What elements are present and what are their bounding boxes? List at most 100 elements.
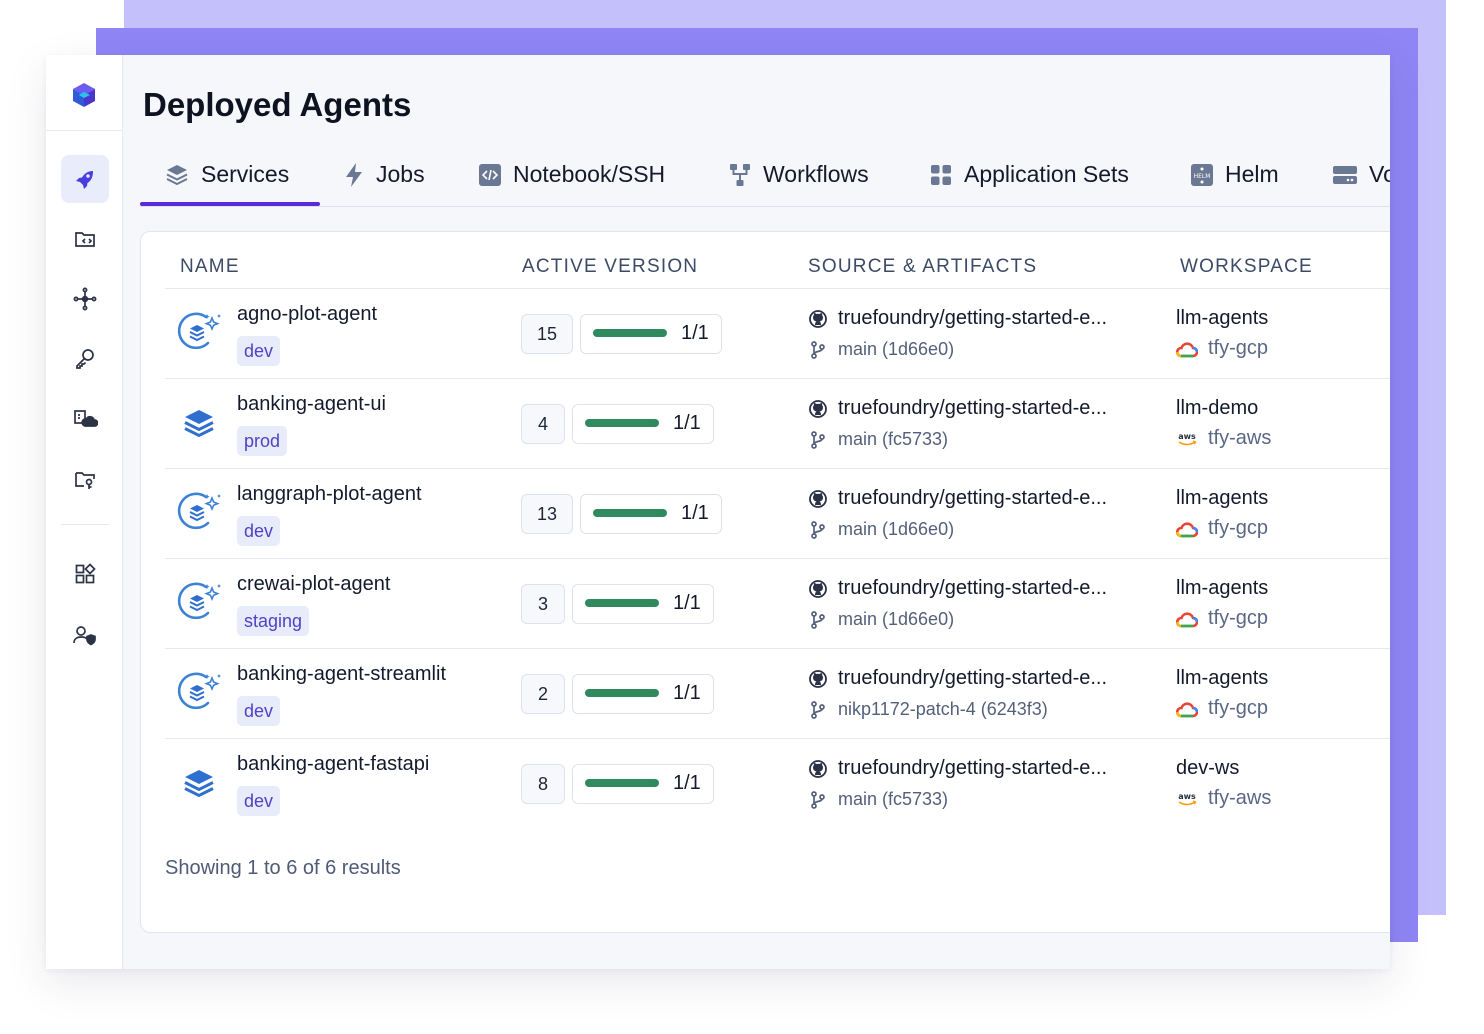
column-header-source[interactable]: SOURCE & ARTIFACTS <box>808 256 1037 278</box>
source-repo[interactable]: truefoundry/getting-started-e... <box>808 307 1107 330</box>
version-number: 13 <box>536 503 558 524</box>
tab-workflows[interactable]: Workflows <box>728 143 869 206</box>
table-row[interactable]: banking-agent-fastapi dev 8 1/1 truefoundry/… <box>165 738 1390 829</box>
column-header-active-version[interactable]: ACTIVE VERSION <box>522 256 698 278</box>
agent-service-icon <box>175 489 223 537</box>
page-title: Deployed Agents <box>143 86 412 123</box>
source-repo[interactable]: truefoundry/getting-started-e... <box>808 397 1107 420</box>
replica-status[interactable]: 1/1 <box>572 404 714 444</box>
workspace-name[interactable]: llm-agents <box>1176 487 1268 510</box>
service-name-link[interactable]: langgraph-plot-agent <box>237 483 422 506</box>
version-badge[interactable]: 2 <box>521 674 565 714</box>
svg-text:HELM: HELM <box>1194 173 1211 180</box>
tab-application-sets[interactable]: Application Sets <box>929 143 1129 206</box>
nav-access[interactable] <box>61 455 109 503</box>
table-row[interactable]: agno-plot-agent dev 15 1/1 truefoundry/getti… <box>165 288 1390 379</box>
service-name-link[interactable]: banking-agent-ui <box>237 393 386 416</box>
tab-notebook-ssh[interactable]: Notebook/SSH <box>478 143 665 206</box>
truefoundry-logo-icon[interactable] <box>71 82 97 108</box>
tab-services[interactable]: Services <box>164 143 289 206</box>
replica-status[interactable]: 1/1 <box>580 494 722 534</box>
cluster-name[interactable]: tfy-gcp <box>1176 337 1268 360</box>
nav-clusters[interactable] <box>61 395 109 443</box>
nav-integrations[interactable] <box>61 550 109 598</box>
environment-badge: dev <box>237 516 281 546</box>
replica-status[interactable]: 1/1 <box>572 764 714 804</box>
table-row[interactable]: banking-agent-streamlit dev 2 1/1 truefoundr… <box>165 648 1390 739</box>
tab-volumes[interactable]: Vo <box>1332 143 1390 206</box>
service-name-link[interactable]: banking-agent-fastapi <box>237 753 429 776</box>
nav-network[interactable] <box>61 275 109 323</box>
github-icon <box>808 399 828 419</box>
table-row[interactable]: banking-agent-ui prod 4 1/1 truefoundry/gett… <box>165 378 1390 469</box>
source-repo[interactable]: truefoundry/getting-started-e... <box>808 757 1107 780</box>
replica-status[interactable]: 1/1 <box>580 314 722 354</box>
github-icon <box>808 489 828 509</box>
cluster-name[interactable]: aws tfy-aws <box>1176 787 1271 810</box>
svg-text:aws: aws <box>1178 432 1196 441</box>
gcp-cloud-icon <box>1176 610 1198 628</box>
svg-text:aws: aws <box>1178 792 1196 801</box>
git-branch-icon <box>808 430 828 450</box>
table-row[interactable]: langgraph-plot-agent dev 13 1/1 truefoundry/… <box>165 468 1390 559</box>
source-repo[interactable]: truefoundry/getting-started-e... <box>808 577 1107 600</box>
workspace-name[interactable]: llm-agents <box>1176 667 1268 690</box>
source-branch-label: main (1d66e0) <box>838 609 955 629</box>
cluster-name[interactable]: aws tfy-aws <box>1176 427 1271 450</box>
cluster-name[interactable]: tfy-gcp <box>1176 517 1268 540</box>
key-icon <box>76 349 94 369</box>
workspace-name[interactable]: llm-demo <box>1176 397 1258 420</box>
nav-secrets[interactable] <box>61 335 109 383</box>
cluster-name[interactable]: tfy-gcp <box>1176 607 1268 630</box>
service-name-link[interactable]: agno-plot-agent <box>237 303 377 326</box>
source-repo-label: truefoundry/getting-started-e... <box>838 487 1108 509</box>
app-window: Deployed Agents Services Jobs Notebook/S… <box>46 55 1390 969</box>
workspace-name[interactable]: llm-agents <box>1176 577 1268 600</box>
version-badge[interactable]: 8 <box>521 764 565 804</box>
tab-helm[interactable]: HELM Helm <box>1190 143 1279 206</box>
workspace-name[interactable]: dev-ws <box>1176 757 1239 780</box>
folder-access-icon <box>75 472 95 489</box>
column-header-workspace[interactable]: WORKSPACE <box>1180 256 1313 278</box>
source-branch-label: main (1d66e0) <box>838 519 955 539</box>
source-branch: main (1d66e0) <box>808 339 954 360</box>
agent-service-icon <box>175 579 223 627</box>
sidebar <box>46 55 123 969</box>
table-row[interactable]: crewai-plot-agent staging 3 1/1 truefoundry/… <box>165 558 1390 649</box>
tab-services-label: Services <box>201 161 290 187</box>
replica-status[interactable]: 1/1 <box>572 674 714 714</box>
service-stack-icon <box>175 759 223 807</box>
replica-status[interactable]: 1/1 <box>572 584 714 624</box>
environment-badge: staging <box>237 606 310 636</box>
nav-users[interactable] <box>61 611 109 659</box>
source-branch-label: nikp1172-patch-4 (6243f3) <box>838 699 1048 719</box>
version-badge[interactable]: 13 <box>521 494 573 534</box>
nav-code[interactable] <box>61 215 109 263</box>
source-repo-label: truefoundry/getting-started-e... <box>838 307 1108 329</box>
source-repo-label: truefoundry/getting-started-e... <box>838 667 1108 689</box>
version-badge[interactable]: 3 <box>521 584 565 624</box>
replica-progress-bar <box>593 509 667 517</box>
version-number: 8 <box>537 773 548 794</box>
workspace-name[interactable]: llm-agents <box>1176 307 1268 330</box>
nav-deployments[interactable] <box>61 155 109 203</box>
replica-count: 1/1 <box>673 412 701 434</box>
cluster-name[interactable]: tfy-gcp <box>1176 697 1268 720</box>
source-repo[interactable]: truefoundry/getting-started-e... <box>808 667 1107 690</box>
sidebar-divider <box>61 524 109 525</box>
source-branch: main (fc5733) <box>808 429 948 450</box>
service-name-link[interactable]: banking-agent-streamlit <box>237 663 446 686</box>
source-repo[interactable]: truefoundry/getting-started-e... <box>808 487 1107 510</box>
source-branch-label: main (fc5733) <box>838 789 949 809</box>
tab-jobs-label: Jobs <box>376 161 425 187</box>
version-badge[interactable]: 15 <box>521 314 573 354</box>
tab-jobs[interactable]: Jobs <box>343 143 425 206</box>
git-branch-icon <box>808 700 828 720</box>
cluster-label: tfy-gcp <box>1208 517 1269 539</box>
service-name-link[interactable]: crewai-plot-agent <box>237 573 390 596</box>
column-header-name[interactable]: NAME <box>180 256 240 278</box>
version-badge[interactable]: 4 <box>521 404 565 444</box>
gcp-cloud-icon <box>1176 340 1198 358</box>
active-tab-indicator <box>140 202 320 206</box>
workflow-icon <box>730 163 750 186</box>
